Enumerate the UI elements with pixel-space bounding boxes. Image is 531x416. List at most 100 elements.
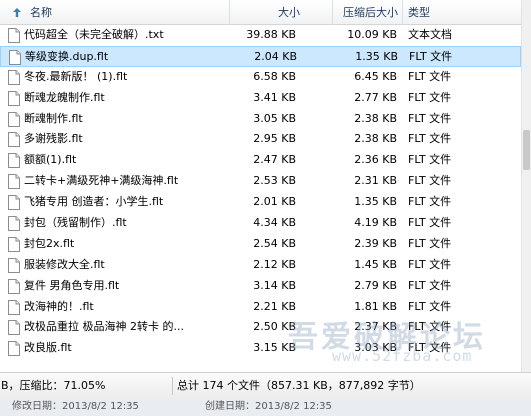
file-row[interactable]: 飞猪专用 创造者：小学生.flt 2.01 KB 1.35 KB FLT 文件 (0, 192, 521, 213)
file-type: FLT 文件 (408, 257, 452, 271)
file-name: 飞猪专用 创造者：小学生.flt (24, 195, 164, 209)
file-packed-size: 2.38 KB (354, 132, 397, 146)
file-type: FLT 文件 (408, 299, 452, 313)
file-packed-size: 10.09 KB (347, 28, 397, 41)
file-size: 3.14 KB (253, 278, 296, 292)
document-file-icon (8, 153, 20, 169)
file-type: FLT 文件 (409, 49, 453, 63)
file-row[interactable]: 封包2x.flt 2.54 KB 2.39 KB FLT 文件 (0, 234, 521, 255)
file-row[interactable]: 二转卡+满级死神+满级海神.flt 2.53 KB 2.31 KB FLT 文件 (0, 171, 521, 192)
document-file-icon (8, 28, 20, 43)
column-header-size-label: 大小 (278, 6, 300, 19)
status-divider (172, 377, 173, 395)
column-header-name-label: 名称 (30, 6, 52, 19)
vertical-scrollbar[interactable] (521, 0, 531, 372)
file-size: 2.47 KB (253, 153, 296, 167)
file-row[interactable]: 等级变换.dup.flt 2.04 KB 1.35 KB FLT 文件 (0, 45, 521, 67)
document-file-icon (8, 257, 20, 273)
file-name: 改良版.flt (24, 341, 72, 355)
file-name: 服装修改大全.flt (24, 257, 105, 271)
file-packed-size: 2.31 KB (354, 174, 397, 188)
file-size: 39.88 KB (246, 28, 296, 41)
file-type: FLT 文件 (408, 195, 452, 209)
file-size: 6.58 KB (253, 69, 296, 83)
file-size: 2.53 KB (253, 174, 296, 188)
document-file-icon (8, 174, 20, 190)
file-size: 2.54 KB (253, 236, 296, 250)
file-packed-size: 2.79 KB (354, 278, 397, 292)
column-header-bar: 名称 大小 压缩后大小 类型 (0, 0, 531, 25)
file-packed-size: 1.35 KB (354, 195, 397, 209)
file-row[interactable]: 代码超全（未完全破解）.txt 39.88 KB 10.09 KB 文本文档 (0, 25, 521, 46)
file-row[interactable]: 多谢残影.flt 2.95 KB 2.38 KB FLT 文件 (0, 129, 521, 150)
file-size: 2.50 KB (253, 320, 296, 334)
file-name: 封包（残留制作）.flt (24, 216, 127, 230)
file-packed-size: 1.35 KB (355, 49, 398, 63)
document-file-icon (8, 132, 20, 148)
file-type: FLT 文件 (408, 132, 452, 146)
document-file-icon (8, 236, 20, 252)
file-type: FLT 文件 (408, 69, 452, 83)
document-file-icon (8, 111, 20, 127)
column-header-name[interactable]: 名称 (0, 0, 230, 25)
document-file-icon (8, 278, 20, 294)
column-header-packed-size[interactable]: 压缩后大小 (333, 0, 403, 25)
file-type: FLT 文件 (408, 278, 452, 292)
file-size: 3.41 KB (253, 90, 296, 104)
document-file-icon (8, 195, 20, 211)
file-name: 冬夜.最新版！ (1).flt (24, 69, 128, 83)
file-packed-size: 4.19 KB (354, 216, 397, 230)
file-row[interactable]: 复件 男角色专用.flt 3.14 KB 2.79 KB FLT 文件 (0, 276, 521, 297)
file-type: FLT 文件 (408, 153, 452, 167)
column-header-size[interactable]: 大小 (230, 0, 333, 25)
file-row[interactable]: 改极品重拉 极品海神 2转卡 的... 2.50 KB 2.37 KB FLT 文件 (0, 317, 521, 338)
file-size: 2.01 KB (253, 195, 296, 209)
file-name: 封包2x.flt (24, 236, 75, 250)
file-row[interactable]: 服装修改大全.flt 2.12 KB 1.45 KB FLT 文件 (0, 255, 521, 276)
file-size: 2.21 KB (253, 299, 296, 313)
file-info-bar: 修改日期：2013/8/2 12:35 创建日期：2013/8/2 12:35 (0, 398, 531, 416)
file-packed-size: 2.39 KB (354, 236, 397, 250)
file-name: 二转卡+满级死神+满级海神.flt (24, 174, 179, 188)
file-type: 文本文档 (408, 28, 452, 41)
file-type: FLT 文件 (408, 111, 452, 125)
document-file-icon (8, 90, 20, 106)
scrollbar-thumb[interactable] (523, 130, 530, 170)
document-file-icon (8, 299, 20, 315)
file-name: 复件 男角色专用.flt (24, 278, 120, 292)
document-file-icon (9, 49, 21, 65)
document-file-icon (8, 69, 20, 85)
file-packed-size: 1.81 KB (354, 299, 397, 313)
file-name: 改海神的！.flt (24, 299, 94, 313)
column-header-type[interactable]: 类型 (403, 0, 521, 25)
file-row[interactable]: 断魂制作.flt 3.05 KB 2.38 KB FLT 文件 (0, 109, 521, 130)
file-name: 等级变换.dup.flt (25, 49, 109, 63)
status-bar: B，压缩比：71.05% 总计 174 个文件（857.31 KB，877,89… (0, 372, 531, 398)
file-row[interactable]: 封包（残留制作）.flt 4.34 KB 4.19 KB FLT 文件 (0, 213, 521, 234)
status-total-files: 总计 174 个文件（857.31 KB，877,892 字节） (177, 379, 421, 392)
file-packed-size: 3.03 KB (354, 341, 397, 355)
file-type: FLT 文件 (408, 90, 452, 104)
file-type: FLT 文件 (408, 320, 452, 334)
file-size: 4.34 KB (253, 216, 296, 230)
file-packed-size: 2.37 KB (354, 320, 397, 334)
file-type: FLT 文件 (408, 236, 452, 250)
file-row[interactable]: 额额(1).flt 2.47 KB 2.36 KB FLT 文件 (0, 150, 521, 171)
file-size: 3.15 KB (253, 341, 296, 355)
file-packed-size: 1.45 KB (354, 257, 397, 271)
column-header-packed-label: 压缩后大小 (343, 6, 398, 19)
file-packed-size: 2.77 KB (354, 90, 397, 104)
document-file-icon (8, 320, 20, 336)
file-name: 断魂龙魄制作.flt (24, 90, 105, 104)
file-row[interactable]: 冬夜.最新版！ (1).flt 6.58 KB 6.45 KB FLT 文件 (0, 67, 521, 88)
file-type: FLT 文件 (408, 174, 452, 188)
file-row[interactable]: 改良版.flt 3.15 KB 3.03 KB FLT 文件 (0, 338, 521, 359)
file-type: FLT 文件 (408, 341, 452, 355)
document-file-icon (8, 341, 20, 357)
modified-date: 修改日期：2013/8/2 12:35 (12, 401, 139, 412)
sort-up-arrow-icon (13, 8, 21, 17)
file-row[interactable]: 断魂龙魄制作.flt 3.41 KB 2.77 KB FLT 文件 (0, 88, 521, 109)
file-packed-size: 2.38 KB (354, 111, 397, 125)
file-name: 代码超全（未完全破解）.txt (24, 28, 164, 41)
file-row[interactable]: 改海神的！.flt 2.21 KB 1.81 KB FLT 文件 (0, 297, 521, 318)
